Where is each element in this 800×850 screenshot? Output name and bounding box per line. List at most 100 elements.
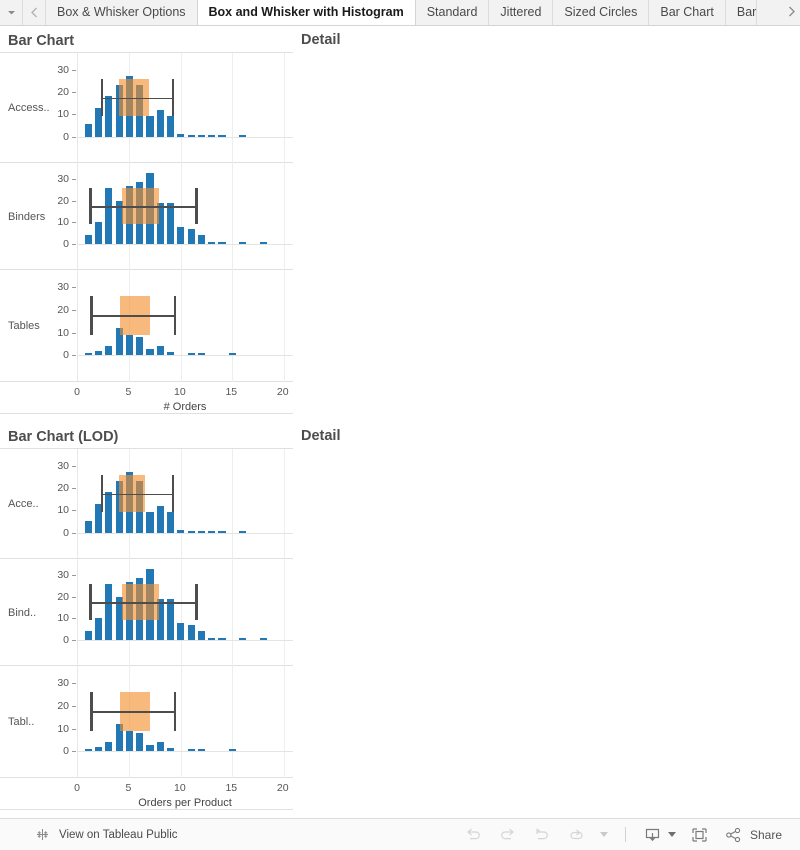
histogram-bar[interactable] (259, 637, 267, 640)
revert-icon[interactable] (532, 825, 552, 845)
histogram-bar[interactable] (166, 512, 175, 533)
histogram-bar[interactable] (146, 116, 154, 137)
histogram-bar[interactable] (238, 241, 247, 244)
histogram-bar[interactable] (177, 226, 185, 244)
histogram-bar[interactable] (238, 134, 247, 137)
viz-bar-chart-lod[interactable]: Acce.. 0 10 20 30 Bind.. 0 10 20 30 Tabl.. 0 10 20 30 0… (0, 448, 293, 810)
tab-box-whisker-options[interactable]: Box & Whisker Options (46, 0, 198, 25)
histogram-bar[interactable] (197, 234, 206, 244)
tab-bar-chart[interactable]: Bar Chart (649, 0, 726, 25)
box-plot-whisker-cap-lower (89, 188, 92, 225)
redo-icon[interactable] (498, 825, 518, 845)
histogram-bar[interactable] (166, 351, 175, 356)
histogram-bar[interactable] (84, 124, 92, 137)
histogram-bar[interactable] (94, 222, 103, 244)
histogram-bar[interactable] (238, 530, 247, 533)
histogram-bar[interactable] (187, 353, 195, 356)
histogram-bar[interactable] (208, 637, 216, 640)
histogram-bar[interactable] (156, 505, 164, 533)
histogram-bar[interactable] (94, 618, 103, 640)
histogram-bar[interactable] (197, 749, 206, 752)
view-on-tableau-public-link[interactable]: View on Tableau Public (0, 825, 178, 845)
histogram-bar[interactable] (187, 530, 195, 533)
histogram-bar[interactable] (197, 530, 206, 533)
histogram-bar[interactable] (197, 134, 206, 137)
tab-box-and-whisker-with-histogram[interactable]: Box and Whisker with Histogram (196, 0, 416, 25)
histogram-bar[interactable] (177, 134, 185, 137)
histogram-bar[interactable] (84, 234, 92, 244)
tab-menu-button[interactable] (0, 0, 23, 25)
histogram-bar[interactable] (238, 637, 247, 640)
download-icon[interactable] (643, 825, 663, 845)
histogram-bar[interactable] (218, 241, 226, 244)
histogram-bar[interactable] (187, 134, 195, 137)
histogram-bar[interactable] (84, 521, 92, 533)
x-axis-tick-label: 5 (125, 386, 132, 398)
x-axis-title: Orders per Product (138, 797, 232, 809)
refresh-caret-down-icon[interactable] (599, 832, 608, 837)
histogram-bar[interactable] (84, 630, 92, 640)
histogram-bar[interactable] (166, 599, 175, 640)
histogram-bar[interactable] (218, 637, 226, 640)
chart-panel-tables[interactable]: Tables 0 10 20 30 (0, 270, 293, 382)
tab-standard[interactable]: Standard (415, 0, 490, 25)
histogram-bar[interactable] (177, 622, 185, 640)
chart-panel-acce[interactable]: Acce.. 0 10 20 30 (0, 449, 293, 559)
histogram-bar[interactable] (187, 749, 195, 752)
histogram-bar[interactable] (156, 742, 164, 752)
histogram-bar[interactable] (146, 512, 154, 533)
viz-bar-chart[interactable]: Access.. 0 10 20 30 Binders 0 10 20 30 Tables 0 10 20… (0, 52, 293, 414)
histogram-bar[interactable] (187, 228, 195, 244)
histogram-bar[interactable] (208, 241, 216, 244)
histogram-bar[interactable] (136, 733, 144, 752)
box-plot-whisker-line (91, 711, 175, 713)
tab-prev-button[interactable] (23, 0, 46, 25)
chart-panel-access[interactable]: Access.. 0 10 20 30 (0, 53, 293, 163)
histogram-bar[interactable] (177, 530, 185, 533)
histogram-bar[interactable] (156, 109, 164, 137)
refresh-icon[interactable] (566, 825, 586, 845)
histogram-bar[interactable] (105, 346, 113, 356)
histogram-bar[interactable] (125, 730, 134, 752)
histogram-bar[interactable] (208, 530, 216, 533)
histogram-bar[interactable] (84, 749, 92, 752)
histogram-bar[interactable] (146, 348, 154, 356)
tab-next-button[interactable] (782, 0, 800, 25)
histogram-bar[interactable] (136, 337, 144, 356)
histogram-bar[interactable] (105, 96, 113, 137)
histogram-bar[interactable] (105, 584, 113, 640)
gridline-vertical (283, 53, 285, 163)
download-caret-down-icon[interactable] (667, 832, 676, 837)
histogram-bar[interactable] (197, 630, 206, 640)
share-button[interactable]: Share (724, 825, 782, 845)
histogram-bar[interactable] (156, 346, 164, 356)
histogram-bar[interactable] (228, 749, 236, 752)
histogram-bar[interactable] (259, 241, 267, 244)
undo-icon[interactable] (464, 825, 484, 845)
chart-panel-binders[interactable]: Binders 0 10 20 30 (0, 163, 293, 270)
histogram-bar[interactable] (146, 744, 154, 752)
tab-sized-circles[interactable]: Sized Circles (553, 0, 650, 25)
histogram-bar[interactable] (105, 492, 113, 533)
histogram-bar[interactable] (218, 134, 226, 137)
fullscreen-icon[interactable] (690, 825, 710, 845)
tab-bar-chart-lod[interactable]: Bar (725, 0, 758, 25)
histogram-bar[interactable] (94, 351, 103, 356)
histogram-bar[interactable] (166, 203, 175, 244)
histogram-bar[interactable] (84, 353, 92, 356)
histogram-bar[interactable] (105, 742, 113, 752)
histogram-bar[interactable] (228, 353, 236, 356)
chart-panel-tabl[interactable]: Tabl.. 0 10 20 30 (0, 666, 293, 778)
histogram-bar[interactable] (125, 334, 134, 356)
histogram-bar[interactable] (166, 747, 175, 752)
histogram-bar[interactable] (187, 624, 195, 640)
histogram-bar[interactable] (197, 353, 206, 356)
histogram-bar[interactable] (105, 188, 113, 244)
histogram-bar[interactable] (218, 530, 226, 533)
tab-jittered[interactable]: Jittered (489, 0, 554, 25)
chart-panel-bind[interactable]: Bind.. 0 10 20 30 (0, 559, 293, 666)
histogram-bar[interactable] (166, 116, 175, 137)
gridline-vertical (283, 666, 285, 778)
histogram-bar[interactable] (208, 134, 216, 137)
histogram-bar[interactable] (94, 747, 103, 752)
